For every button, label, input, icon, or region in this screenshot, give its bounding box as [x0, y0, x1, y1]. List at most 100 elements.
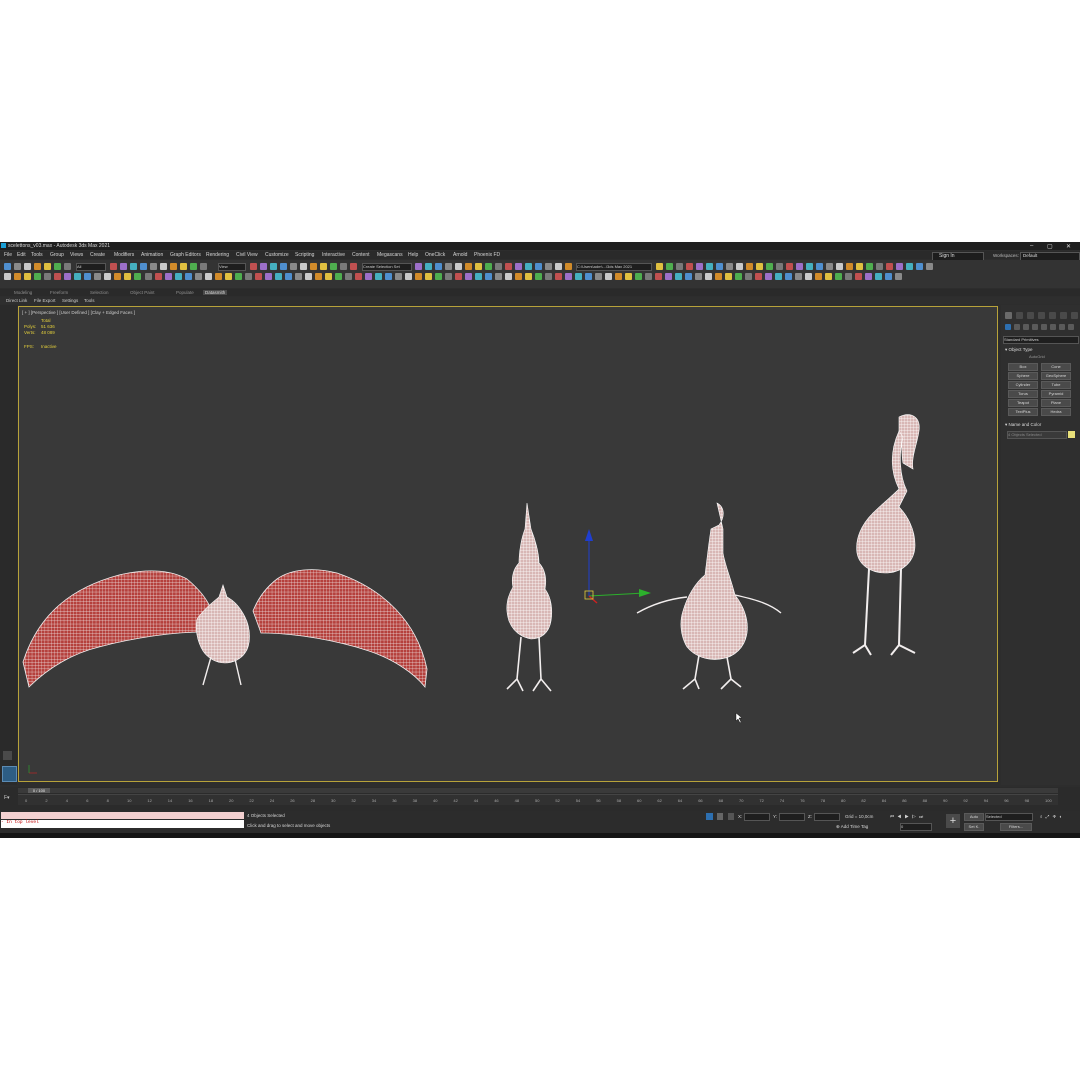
toolbar-tool-icon[interactable]	[605, 273, 612, 280]
create-box-button[interactable]: Box	[1008, 363, 1038, 371]
toolbar-tool-icon[interactable]	[515, 273, 522, 280]
close-icon[interactable]: ✕	[1066, 243, 1071, 250]
create-sphere-button[interactable]: Sphere	[1008, 372, 1038, 380]
time-slider-track[interactable]	[18, 788, 1058, 793]
toolbar-tool-icon[interactable]	[124, 273, 131, 280]
maxscript-listener-top[interactable]	[1, 812, 244, 819]
toolbar-tool-icon[interactable]	[425, 263, 432, 270]
ribbon-tab-selection[interactable]: Selection	[90, 290, 109, 295]
toolbar-tool-icon[interactable]	[655, 273, 662, 280]
z-coord-field[interactable]	[814, 813, 840, 821]
create-plane-button[interactable]: Plane	[1041, 399, 1071, 407]
toolbar-tool-icon[interactable]	[545, 273, 552, 280]
menu-file[interactable]: File	[4, 252, 12, 258]
command-panel-tab-icon[interactable]	[1071, 312, 1078, 319]
toolbar-tool-icon[interactable]	[260, 263, 267, 270]
project-folder-dropdown[interactable]: C:\Users\adm\...\3ds Max 2021	[576, 263, 652, 271]
toolbar-tool-icon[interactable]	[24, 273, 31, 280]
toolbar-tool-icon[interactable]	[335, 273, 342, 280]
menu-customize[interactable]: Customize	[265, 252, 289, 258]
toolbar-tool-icon[interactable]	[195, 273, 202, 280]
toolbar-tool-icon[interactable]	[565, 273, 572, 280]
toolbar-tool-icon[interactable]	[14, 263, 21, 270]
create-pyramid-button[interactable]: Pyramid	[1041, 390, 1071, 398]
toolbar-tool-icon[interactable]	[815, 273, 822, 280]
toolbar-tool-icon[interactable]	[180, 263, 187, 270]
primitive-category-dropdown[interactable]: Standard Primitives	[1003, 336, 1079, 344]
toolbar-tool-icon[interactable]	[300, 263, 307, 270]
toolbar-tool-icon[interactable]	[725, 273, 732, 280]
toolbar-tool-icon[interactable]	[916, 263, 923, 270]
toolbar-tool-icon[interactable]	[225, 273, 232, 280]
toolbar-tool-icon[interactable]	[445, 263, 452, 270]
toolbar-tool-icon[interactable]	[290, 263, 297, 270]
toolbar-tool-icon[interactable]	[34, 273, 41, 280]
toolbar-tool-icon[interactable]	[595, 273, 602, 280]
toolbar-tool-icon[interactable]	[280, 263, 287, 270]
command-panel-tab-icon[interactable]	[1060, 312, 1067, 319]
toolbar-tool-icon[interactable]	[190, 263, 197, 270]
menu-animation[interactable]: Animation	[141, 252, 163, 258]
toolbar-tool-icon[interactable]	[615, 273, 622, 280]
menu-interactive[interactable]: Interactive	[322, 252, 345, 258]
menu-group[interactable]: Group	[50, 252, 64, 258]
isolate-selection-icon[interactable]	[706, 813, 713, 820]
filter-keys-icon[interactable]: F▾	[4, 795, 10, 801]
toolbar-tool-icon[interactable]	[555, 263, 562, 270]
add-time-tag[interactable]: ⊕ Add Time Tag	[836, 824, 868, 830]
toolbar-tool-icon[interactable]	[165, 273, 172, 280]
command-panel-tab-icon[interactable]	[1038, 312, 1045, 319]
toolbar-tool-icon[interactable]	[175, 273, 182, 280]
create-tube-button[interactable]: Tube	[1041, 381, 1071, 389]
menu-help[interactable]: Help	[408, 252, 418, 258]
create-category-icon[interactable]	[1023, 324, 1029, 330]
bat-skeleton-mesh[interactable]	[22, 569, 428, 689]
key-filters-button[interactable]: Filters...	[1000, 823, 1032, 831]
toolbar-tool-icon[interactable]	[505, 273, 512, 280]
bird-skeleton-front-mesh[interactable]	[506, 502, 553, 692]
time-slider-thumb[interactable]: 0 / 100	[28, 788, 50, 793]
toolbar-tool-icon[interactable]	[846, 263, 853, 270]
toolbar-tool-icon[interactable]	[64, 263, 71, 270]
menu-scripting[interactable]: Scripting	[295, 252, 314, 258]
toolbar-tool-icon[interactable]	[706, 263, 713, 270]
toolbar-tool-icon[interactable]	[836, 263, 843, 270]
toolbar-tool-icon[interactable]	[185, 273, 192, 280]
menu-graph-editors[interactable]: Graph Editors	[170, 252, 201, 258]
toolbar-tool-icon[interactable]	[585, 273, 592, 280]
toolbar-tool-icon[interactable]	[14, 273, 21, 280]
toolbar-tool-icon[interactable]	[395, 273, 402, 280]
toolbar-tool-icon[interactable]	[34, 263, 41, 270]
transform-gizmo[interactable]	[584, 529, 651, 604]
playback-controls[interactable]: ⏮ ◀ ▶ ▷ ⏭	[890, 814, 924, 819]
toolbar-tool-icon[interactable]	[776, 263, 783, 270]
toolbar-tool-icon[interactable]	[875, 273, 882, 280]
toolbar-tool-icon[interactable]	[485, 263, 492, 270]
toolbar-tool-icon[interactable]	[686, 263, 693, 270]
toolbar-tool-icon[interactable]	[675, 273, 682, 280]
toolbar-tool-icon[interactable]	[845, 273, 852, 280]
toolbar-tool-icon[interactable]	[555, 273, 562, 280]
toolbar-tool-icon[interactable]	[375, 273, 382, 280]
toolbar-tool-icon[interactable]	[445, 273, 452, 280]
toolbar-tool-icon[interactable]	[205, 273, 212, 280]
key-filter-dropdown[interactable]: Selected	[985, 813, 1033, 821]
toolbar-tool-icon[interactable]	[285, 273, 292, 280]
toolbar-tool-icon[interactable]	[54, 273, 61, 280]
track-bar[interactable]: 0 2 4 6 8 10 12 14 16 18 20 22 24 26 28 30 32 34 36 38 40 42 4…	[18, 794, 1058, 805]
toolbar-tool-icon[interactable]	[545, 263, 552, 270]
datasmith-direct-link[interactable]: Direct Link	[6, 298, 27, 303]
toolbar-tool-icon[interactable]	[795, 273, 802, 280]
menu-megascans[interactable]: Megascans	[377, 252, 403, 258]
create-category-icon[interactable]	[1050, 324, 1056, 330]
toolbar-tool-icon[interactable]	[415, 273, 422, 280]
toolbar-tool-icon[interactable]	[325, 273, 332, 280]
create-torus-button[interactable]: Torus	[1008, 390, 1038, 398]
toolbar-tool-icon[interactable]	[155, 273, 162, 280]
toolbar-tool-icon[interactable]	[705, 273, 712, 280]
toolbar-tool-icon[interactable]	[54, 263, 61, 270]
toolbar-tool-icon[interactable]	[310, 263, 317, 270]
toolbar-tool-icon[interactable]	[4, 273, 11, 280]
toolbar-tool-icon[interactable]	[796, 263, 803, 270]
ribbon-tab-datasmith[interactable]: Datasmith	[203, 290, 228, 295]
